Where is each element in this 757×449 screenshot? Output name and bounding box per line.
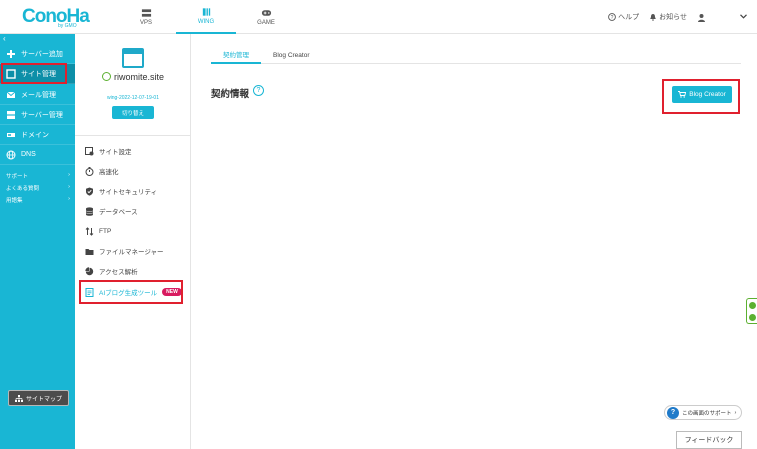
question-icon: ?: [667, 406, 679, 419]
divider: [75, 135, 190, 136]
highlight-box-ai-blog-tool: [79, 280, 183, 304]
sidebar-item-add-server[interactable]: サーバー追加: [0, 44, 75, 64]
panel-item-database[interactable]: データベース: [85, 204, 185, 218]
widget-gear-icon: [748, 313, 756, 321]
power-icon: [101, 72, 111, 81]
gamepad-icon: [261, 10, 271, 16]
panel-item-speedup[interactable]: 高速化: [85, 164, 185, 178]
panel-item-site-settings[interactable]: サイト設定: [85, 144, 185, 158]
tab-wing[interactable]: WING: [176, 0, 236, 34]
svg-text:?: ?: [611, 15, 614, 21]
sidebar-item-label: サーバー管理: [21, 111, 63, 119]
conoha-logo[interactable]: ConoHa: [22, 6, 90, 28]
sitemap-label: サイトマップ: [25, 396, 62, 403]
bell-icon: [650, 14, 656, 21]
sidebar-item-label: DNS: [21, 151, 36, 158]
globe-icon: [6, 150, 16, 159]
site-panel: riwomite.site wing-2022-12-07-19-01 切り替え…: [75, 34, 191, 449]
content-tabs: 契約管理 Blog Creator: [211, 46, 741, 64]
sidebar-item-label: ドメイン: [21, 131, 49, 139]
sidebar-item-mail-management[interactable]: メール管理: [0, 85, 75, 105]
database-icon: [85, 206, 94, 216]
shield-icon: [86, 187, 93, 196]
top-header: ConoHa by GMO VPS WING GAME ? ヘルプ お知らせ: [0, 0, 757, 34]
plus-icon: [7, 49, 15, 58]
tab-vps[interactable]: VPS: [116, 0, 176, 34]
feedback-button[interactable]: フィードバック: [676, 431, 742, 449]
sidebar-link-label: サポート: [6, 174, 29, 180]
widget-dot-icon: [748, 301, 756, 309]
server-icon: [7, 110, 15, 119]
notice-label: お知らせ: [659, 14, 687, 21]
panel-item-label: 高速化: [99, 169, 119, 176]
panel-item-label: アクセス解析: [99, 269, 138, 276]
sitemap-button[interactable]: サイトマップ: [8, 390, 69, 406]
notice-link[interactable]: お知らせ: [649, 12, 687, 22]
site-name-text: riwomite.site: [113, 72, 164, 82]
sidebar-item-dns[interactable]: DNS: [0, 145, 75, 165]
tab-game-label: GAME: [257, 20, 275, 26]
sidebar-link-label: よくある質問: [6, 186, 40, 192]
sidebar-link-glossary[interactable]: 用語集 ›: [6, 196, 70, 204]
app-root: ConoHa by GMO VPS WING GAME ? ヘルプ お知らせ ‹…: [0, 0, 757, 449]
sidebar-collapse-icon[interactable]: ‹: [3, 34, 6, 43]
panel-item-label: サイト設定: [99, 149, 132, 156]
sidebar-link-faq[interactable]: よくある質問 ›: [6, 184, 70, 192]
site-settings-icon: [85, 146, 94, 155]
site-name[interactable]: riwomite.site: [75, 72, 191, 82]
mail-icon: [6, 91, 16, 98]
chevron-right-icon: ›: [734, 409, 737, 416]
service-tabs: VPS WING GAME: [116, 0, 296, 34]
help-circle-icon: ?: [608, 13, 617, 21]
sidebar-link-support[interactable]: サポート ›: [6, 172, 70, 180]
global-sidebar: ‹ サーバー追加 サイト管理 メール管理 サーバー管理 ドメイン DNS サポー…: [0, 34, 75, 449]
support-label: この画面のサポート: [682, 410, 732, 417]
tab-contract-management[interactable]: 契約管理: [211, 46, 261, 64]
sidebar-item-server-management[interactable]: サーバー管理: [0, 105, 75, 125]
transfer-icon: [85, 226, 94, 236]
sidebar-link-label: 用語集: [6, 198, 23, 204]
chevron-right-icon: ›: [68, 196, 70, 202]
panel-item-label: ファイルマネージャー: [99, 249, 164, 256]
help-link[interactable]: ? ヘルプ: [608, 12, 639, 22]
folder-icon: [85, 248, 94, 255]
panel-item-file-manager[interactable]: ファイルマネージャー: [85, 244, 185, 258]
highlight-box-site-management: [1, 63, 67, 84]
server-icon: [141, 9, 151, 17]
help-icon[interactable]: ?: [253, 85, 264, 96]
panel-item-access-analysis[interactable]: アクセス解析: [85, 264, 185, 278]
pie-chart-icon: [85, 266, 94, 275]
help-label: ヘルプ: [618, 14, 640, 21]
stopwatch-icon: [85, 166, 94, 176]
edge-widget[interactable]: [746, 298, 757, 324]
panel-item-label: サイトセキュリティ: [99, 189, 158, 196]
page-title: 契約情報: [211, 89, 250, 100]
user-icon: [698, 13, 705, 22]
panel-item-label: FTP: [99, 227, 112, 235]
logo-subtext: by GMO: [58, 23, 77, 29]
sidebar-item-domain[interactable]: ドメイン: [0, 125, 75, 145]
panel-item-site-security[interactable]: サイトセキュリティ: [85, 184, 185, 198]
user-menu[interactable]: [697, 13, 706, 22]
sidebar-item-label: サーバー追加: [21, 50, 63, 58]
tab-blog-creator[interactable]: Blog Creator: [261, 46, 322, 64]
highlight-box-blog-creator: [662, 79, 740, 114]
tab-wing-label: WING: [197, 19, 215, 25]
tab-vps-label: VPS: [139, 20, 152, 26]
header-right-menu: ? ヘルプ お知らせ: [608, 0, 747, 34]
switch-button[interactable]: 切り替え: [112, 106, 154, 119]
wing-icon: [202, 8, 210, 16]
domain-icon: [7, 132, 15, 137]
site-id: wing-2022-12-07-19-01: [107, 95, 159, 101]
screen-support-button[interactable]: ? この画面のサポート ›: [664, 405, 742, 420]
sidebar-item-label: メール管理: [21, 91, 56, 99]
panel-item-ftp[interactable]: FTP: [85, 224, 185, 238]
panel-item-label: データベース: [99, 209, 138, 216]
tab-game[interactable]: GAME: [236, 0, 296, 34]
chevron-right-icon: ›: [68, 184, 70, 190]
chevron-down-icon[interactable]: [740, 13, 747, 21]
sitemap-icon: [14, 394, 23, 402]
chevron-right-icon: ›: [68, 172, 70, 178]
site-window-icon: [122, 48, 144, 68]
